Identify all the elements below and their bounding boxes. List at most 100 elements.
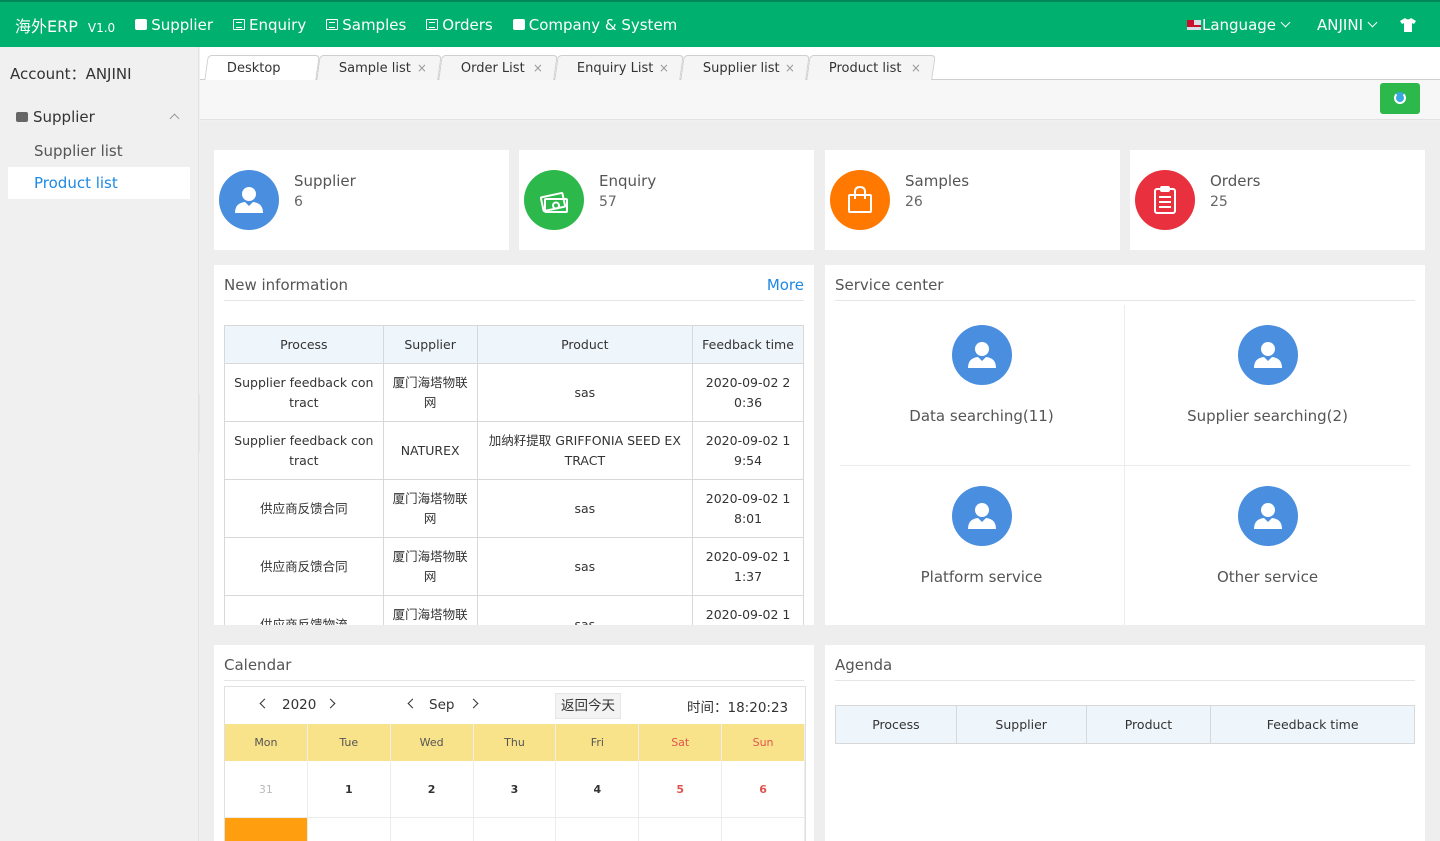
user-name: ANJINI — [1317, 15, 1363, 34]
tab-enquiry-list[interactable]: Enquiry List × — [554, 55, 684, 80]
new-information-panel: New information More Process Supplier Pr… — [214, 265, 814, 625]
calendar-day-selected[interactable] — [225, 818, 308, 841]
table-row[interactable]: Supplier feedback contract 厦门海塔物联网 sas 2… — [224, 363, 804, 422]
stat-card-supplier[interactable]: Supplier 6 — [214, 150, 509, 250]
service-label: Supplier searching(2) — [1187, 407, 1348, 425]
user-dropdown[interactable]: ANJINI — [1317, 15, 1378, 34]
stat-card-samples[interactable]: Samples 26 — [825, 150, 1120, 250]
new-information-table: Process Supplier Product Feedback time S… — [224, 325, 804, 625]
calendar-year[interactable]: 2020 — [282, 697, 316, 713]
calendar-day[interactable] — [474, 818, 557, 841]
tab-label: Sample list — [338, 60, 411, 76]
calendar-day[interactable] — [639, 818, 723, 841]
stat-value: 26 — [905, 194, 923, 210]
calendar-day[interactable]: 3 — [473, 761, 557, 818]
refresh-button[interactable] — [1380, 83, 1420, 114]
stat-label: Samples — [905, 172, 970, 190]
calendar-day[interactable] — [391, 818, 474, 841]
service-center-panel: Service center Data searching(11) Suppli… — [825, 265, 1425, 625]
tab-desktop[interactable]: Desktop — [204, 55, 320, 81]
close-icon[interactable]: × — [417, 61, 427, 75]
table-cell: 供应商反馈合同 — [224, 479, 384, 538]
table-cell: sas — [476, 595, 694, 625]
table-cell: sas — [476, 537, 694, 596]
table-cell: 供应商反馈合同 — [224, 537, 384, 596]
table-header-row: Process Supplier Product Feedback time — [224, 325, 804, 364]
table-scroll-area[interactable]: Process Supplier Product Feedback time S… — [214, 265, 814, 625]
stat-circle — [219, 170, 279, 230]
tab-label: Desktop — [226, 61, 281, 76]
service-circle — [951, 325, 1012, 385]
nav-supplier[interactable]: Supplier — [135, 16, 213, 34]
prev-year-arrow-icon[interactable] — [259, 698, 270, 709]
service-supplier-searching[interactable]: Supplier searching(2) — [1125, 305, 1410, 465]
theme-shirt-icon[interactable] — [1400, 17, 1416, 32]
close-icon[interactable]: × — [659, 61, 669, 75]
prev-month-arrow-icon[interactable] — [407, 698, 418, 709]
stat-card-enquiry[interactable]: Enquiry 57 — [519, 150, 814, 250]
nav-samples[interactable]: Samples — [326, 16, 406, 34]
stat-label: Enquiry — [599, 172, 657, 190]
weekday-label: Wed — [390, 724, 474, 761]
next-year-arrow-icon[interactable] — [325, 698, 336, 709]
next-month-arrow-icon[interactable] — [468, 698, 479, 709]
calendar-day[interactable]: 1 — [307, 761, 391, 818]
stat-card-orders[interactable]: Orders 25 — [1130, 150, 1425, 250]
page-toolbar — [200, 80, 1440, 120]
calendar-day[interactable]: 2 — [390, 761, 474, 818]
calendar-day[interactable] — [556, 818, 640, 841]
tab-supplier-list[interactable]: Supplier list × — [680, 55, 810, 80]
service-platform[interactable]: Platform service — [839, 466, 1124, 626]
service-data-searching[interactable]: Data searching(11) — [839, 305, 1124, 465]
language-dropdown[interactable]: Language — [1186, 15, 1291, 34]
column-header: Feedback time — [1210, 705, 1415, 744]
flag-icon — [1186, 19, 1201, 30]
stat-circle — [830, 170, 890, 230]
table-row[interactable]: 供应商反馈合同 厦门海塔物联网 sas 2020-09-02 11:37 — [224, 537, 804, 596]
sidebar-item-supplier-list[interactable]: Supplier list — [8, 135, 190, 167]
close-icon[interactable]: × — [533, 61, 543, 75]
table-row[interactable]: 供应商反馈物流 厦门海塔物联网 sas 2020-09-02 11: — [224, 595, 804, 625]
column-header: Supplier — [382, 325, 478, 364]
top-navbar: 海外ERP V1.0 Supplier Enquiry Samples Orde… — [0, 0, 1440, 47]
calendar-day[interactable] — [722, 818, 805, 841]
calendar-day[interactable]: 5 — [639, 761, 723, 818]
column-header: Supplier — [955, 705, 1087, 744]
document-icon — [426, 19, 439, 30]
table-cell: 加纳籽提取 GRIFFONIA SEED EXTRACT — [476, 421, 694, 480]
service-label: Other service — [1216, 568, 1319, 586]
shopping-bag-icon — [848, 186, 872, 213]
box-icon — [135, 19, 148, 30]
tab-order-list[interactable]: Order List × — [438, 55, 558, 80]
table-cell: 2020-09-02 20:36 — [692, 363, 804, 422]
chevron-down-icon — [1367, 17, 1378, 28]
tab-sample-list[interactable]: Sample list × — [316, 55, 442, 80]
calendar-day[interactable]: 31 — [225, 761, 308, 818]
column-header: Product — [476, 325, 694, 364]
close-icon[interactable]: × — [785, 61, 795, 75]
table-row[interactable]: 供应商反馈合同 厦门海塔物联网 sas 2020-09-02 18:01 — [224, 479, 804, 538]
nav-orders[interactable]: Orders — [426, 16, 493, 34]
panel-title: Calendar — [224, 656, 292, 674]
back-to-today-button[interactable]: 返回今天 — [555, 693, 621, 719]
sidebar-group-supplier[interactable]: Supplier — [0, 99, 198, 135]
service-circle — [1237, 325, 1298, 385]
calendar-day[interactable] — [308, 818, 391, 841]
tab-product-list[interactable]: Product list × — [806, 55, 936, 80]
calendar-month[interactable]: Sep — [429, 697, 454, 713]
app-version: V1.0 — [87, 20, 116, 35]
calendar-day[interactable]: 4 — [556, 761, 640, 818]
nav-enquiry[interactable]: Enquiry — [233, 16, 306, 34]
language-label: Language — [1201, 15, 1277, 34]
app-brand[interactable]: 海外ERP V1.0 — [15, 13, 115, 37]
nav-enquiry-label: Enquiry — [249, 15, 307, 34]
person-icon — [1253, 342, 1282, 368]
table-row[interactable]: Supplier feedback contract NATUREX 加纳籽提取… — [224, 421, 804, 480]
tab-bar: Desktop Sample list × Order List × Enquiry… — [200, 47, 1440, 81]
close-icon[interactable]: × — [911, 61, 921, 75]
sidebar-item-product-list[interactable]: Product list — [8, 167, 190, 199]
calendar-day[interactable]: 6 — [722, 761, 805, 818]
nav-company-system[interactable]: Company & System — [512, 16, 677, 34]
service-other[interactable]: Other service — [1125, 466, 1410, 626]
tab-label: Product list — [828, 60, 902, 76]
